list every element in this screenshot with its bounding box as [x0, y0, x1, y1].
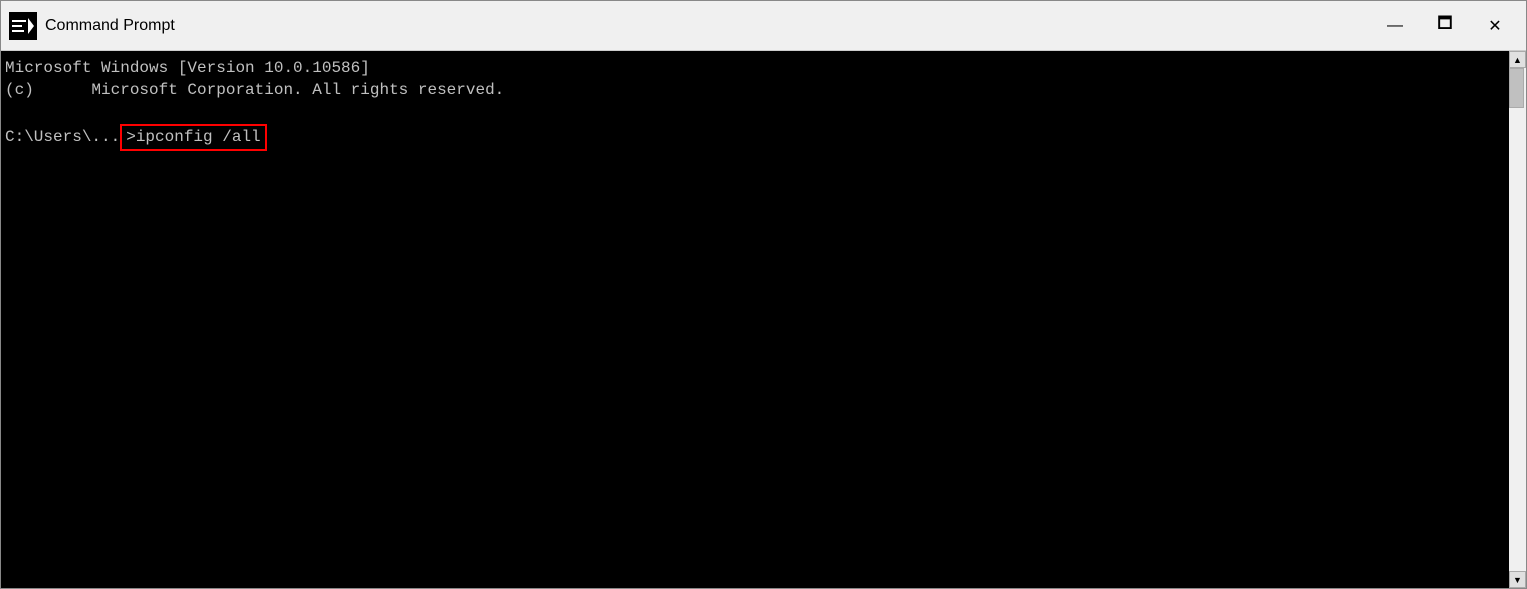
terminal-content[interactable]: Microsoft Windows [Version 10.0.10586] (… [1, 51, 1509, 588]
scrollbar-thumb[interactable] [1509, 68, 1524, 108]
scrollbar[interactable]: ▲ ▼ [1509, 51, 1526, 588]
close-button[interactable]: ✕ [1472, 10, 1518, 42]
cmd-window: Command Prompt — 🗖 ✕ Microsoft Windows [… [0, 0, 1527, 589]
terminal-area: Microsoft Windows [Version 10.0.10586] (… [1, 51, 1526, 588]
command-line: C:\Users\... >ipconfig /all [5, 124, 1505, 150]
command-highlighted: >ipconfig /all [120, 124, 266, 150]
cmd-app-icon [9, 12, 37, 40]
prompt-text: C:\Users\... [5, 126, 120, 148]
scrollbar-down-arrow[interactable]: ▼ [1509, 571, 1526, 588]
title-bar: Command Prompt — 🗖 ✕ [1, 1, 1526, 51]
title-bar-left: Command Prompt [9, 12, 175, 40]
scrollbar-track[interactable] [1509, 68, 1526, 571]
terminal-line-1: Microsoft Windows [Version 10.0.10586] [5, 57, 1505, 79]
minimize-button[interactable]: — [1372, 10, 1418, 42]
scrollbar-up-arrow[interactable]: ▲ [1509, 51, 1526, 68]
window-title: Command Prompt [45, 17, 175, 35]
terminal-line-2: (c) Microsoft Corporation. All rights re… [5, 79, 1505, 101]
maximize-button[interactable]: 🗖 [1422, 10, 1468, 42]
window-controls: — 🗖 ✕ [1372, 10, 1518, 42]
terminal-line-3 [5, 102, 1505, 124]
